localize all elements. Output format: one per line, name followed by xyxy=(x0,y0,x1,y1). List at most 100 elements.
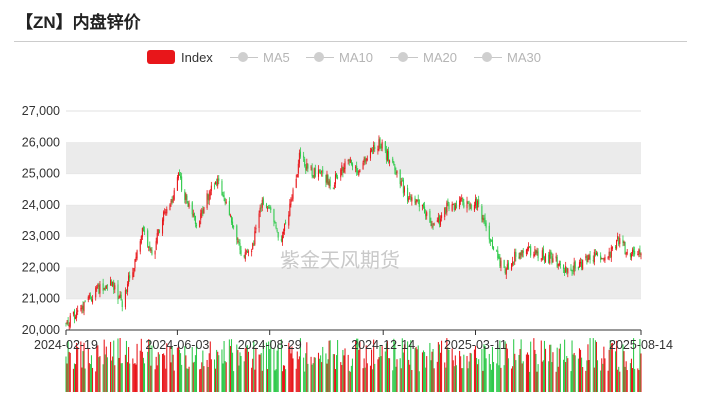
volume-bar xyxy=(327,359,329,392)
volume-bar xyxy=(105,346,107,392)
candle-body xyxy=(128,275,130,285)
volume-bar xyxy=(88,363,90,392)
volume-bar xyxy=(229,346,231,392)
y-tick-label: 23,000 xyxy=(22,229,60,243)
volume-bar xyxy=(416,349,418,392)
volume-bar xyxy=(459,350,461,392)
candle-body xyxy=(436,220,438,222)
volume-bar xyxy=(335,355,338,392)
candle-body xyxy=(617,236,619,239)
candle-body xyxy=(356,165,358,173)
candle-body xyxy=(504,268,506,273)
volume-bar xyxy=(414,348,416,392)
candle-body xyxy=(357,170,359,174)
candle-body xyxy=(608,251,610,258)
candle-body xyxy=(245,250,247,252)
volume-bar xyxy=(469,352,471,392)
volume-bar xyxy=(534,349,536,392)
volume-bar xyxy=(311,364,313,392)
candle-body xyxy=(579,261,582,264)
candle-body xyxy=(184,191,186,200)
volume-bar xyxy=(77,346,79,392)
candle-body xyxy=(87,296,89,301)
volume-bar xyxy=(141,351,143,392)
volume-bar xyxy=(252,358,254,392)
candle-body xyxy=(640,253,642,256)
candle-body xyxy=(262,198,264,205)
candle-body xyxy=(540,258,542,260)
candle-body xyxy=(349,158,351,163)
candle-body xyxy=(484,217,486,223)
volume-bar xyxy=(232,352,234,392)
candle-body xyxy=(298,152,300,164)
candle-body xyxy=(366,158,368,160)
candle-body xyxy=(102,283,104,291)
grid-band xyxy=(66,142,641,174)
candle-body xyxy=(481,206,483,220)
candle-body xyxy=(503,260,505,268)
candle-body xyxy=(441,215,443,219)
candle-body xyxy=(95,287,97,298)
volume-bar xyxy=(218,355,220,392)
candle-body xyxy=(274,222,276,224)
volume-bar xyxy=(97,345,99,392)
volume-bar xyxy=(151,345,153,392)
volume-bar xyxy=(374,363,376,392)
candle-body xyxy=(379,138,381,148)
volume-bar xyxy=(216,349,218,392)
candle-body xyxy=(344,161,346,170)
candle-body xyxy=(221,181,223,196)
volume-bar xyxy=(429,342,431,392)
volume-bar xyxy=(454,355,456,392)
volume-bar xyxy=(224,361,226,392)
candle-body xyxy=(164,211,166,213)
candle-body xyxy=(512,261,514,265)
volume-bar xyxy=(169,346,171,392)
candle-body xyxy=(473,204,475,211)
volume-bar xyxy=(436,361,438,392)
candle-body xyxy=(604,256,606,261)
candle-body xyxy=(236,225,238,241)
candle-body xyxy=(513,262,515,264)
volume-bar xyxy=(451,348,453,392)
volume-bar xyxy=(514,353,516,392)
volume-bar xyxy=(625,361,627,392)
volume-bar xyxy=(490,369,492,392)
volume-bar xyxy=(124,354,126,392)
volume-bar xyxy=(631,368,634,392)
volume-bar xyxy=(158,354,160,392)
candle-body xyxy=(544,253,547,262)
volume-bar xyxy=(476,357,478,392)
volume-bar xyxy=(322,346,324,392)
volume-bar xyxy=(201,362,203,392)
volume-bar xyxy=(184,346,186,392)
volume-bar xyxy=(87,348,89,392)
volume-bar xyxy=(310,356,312,392)
volume-bar xyxy=(114,365,116,392)
volume-bar xyxy=(619,371,621,392)
candle-body xyxy=(365,158,367,162)
volume-bar xyxy=(520,339,522,392)
candle-body xyxy=(276,229,278,232)
volume-bar xyxy=(378,357,380,392)
volume-bar xyxy=(425,367,427,392)
candle-body xyxy=(637,254,639,256)
volume-bar xyxy=(269,349,271,392)
candle-body xyxy=(247,251,250,253)
volume-bar xyxy=(156,365,158,392)
candle-body xyxy=(155,241,157,250)
candle-body xyxy=(75,316,77,319)
volume-bar xyxy=(132,358,134,392)
volume-bar xyxy=(602,363,604,392)
volume-bar xyxy=(98,357,100,392)
candle-body xyxy=(573,262,575,272)
candle-body xyxy=(381,142,383,149)
candle-body xyxy=(268,207,270,209)
volume-bar xyxy=(237,350,239,392)
volume-bar xyxy=(618,366,620,392)
volume-bar xyxy=(441,340,443,392)
volume-bar xyxy=(157,352,159,392)
volume-bar xyxy=(96,346,98,392)
candle-body xyxy=(229,215,231,217)
volume-bar xyxy=(209,341,211,392)
